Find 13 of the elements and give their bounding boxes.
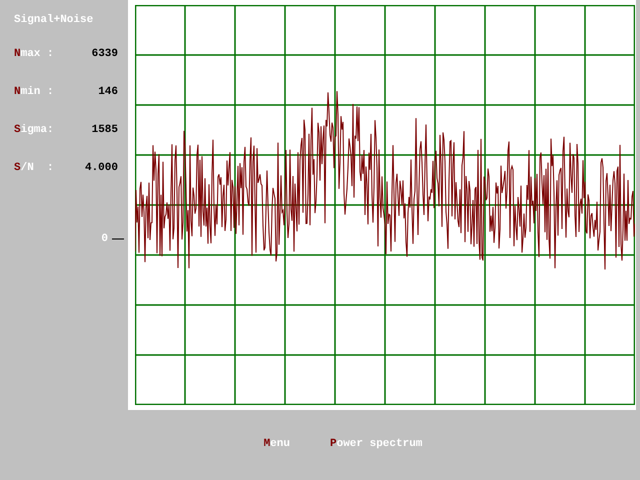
plot-title: Signal+Noise bbox=[14, 14, 94, 26]
stat-label: Sigma: bbox=[14, 124, 54, 138]
stat-label: Nmax : bbox=[14, 48, 54, 62]
menu-item[interactable]: Menu bbox=[264, 438, 290, 480]
stat-label: S/N : bbox=[14, 162, 54, 176]
axis-zero-label: 0 bbox=[101, 233, 108, 245]
stat-value: 4.000 bbox=[84, 162, 119, 176]
stat-value: 146 bbox=[98, 86, 119, 100]
menu-item[interactable]: Power spectrum bbox=[330, 438, 422, 480]
stat-value: 6339 bbox=[92, 48, 119, 62]
stat-label: Nmin : bbox=[14, 86, 54, 100]
stat-value: 1585 bbox=[92, 124, 119, 138]
zero-tick-icon bbox=[112, 238, 124, 240]
